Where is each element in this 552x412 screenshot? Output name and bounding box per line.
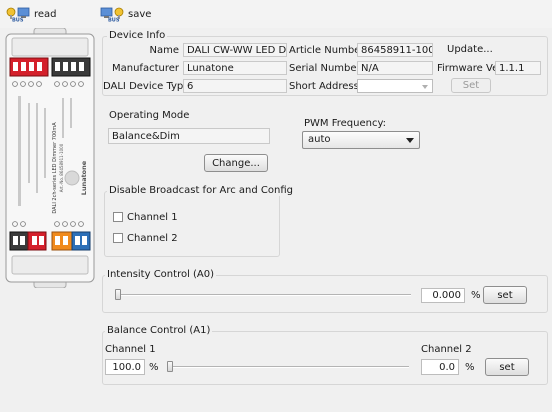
operating-mode-title: Operating Mode (109, 110, 190, 121)
short-address-label: Short Address (289, 81, 359, 92)
balance-channel2-unit: % (465, 362, 475, 373)
chevron-down-icon (422, 85, 428, 89)
name-field[interactable]: DALI CW-WW LED D... (183, 43, 287, 57)
intensity-slider-track[interactable] (117, 294, 411, 296)
device-info-title: Device Info (107, 30, 168, 41)
operating-mode-field[interactable]: Balance&Dim (108, 128, 270, 144)
channel2-checkbox-label: Channel 2 (127, 233, 178, 244)
set-address-button[interactable]: Set (451, 78, 491, 93)
firmware-field[interactable]: 1.1.1 (495, 61, 541, 75)
channel2-checkbox[interactable] (113, 233, 123, 243)
save-label: save (128, 8, 152, 20)
pwm-label: PWM Frequency: (304, 118, 387, 129)
disable-broadcast-group: Disable Broadcast for Arc and Config Cha… (104, 185, 295, 257)
intensity-control-title: Intensity Control (A0) (105, 269, 217, 280)
read-from-bus-icon: BUS (6, 6, 30, 24)
pwm-selected-value: auto (308, 134, 331, 145)
device-image: Lunatone DALI 2ch-series LED Dimmer 700m… (4, 27, 96, 289)
balance-channel1-label: Channel 1 (105, 344, 156, 355)
device-info-group: Device Info Name DALI CW-WW LED D... Man… (102, 30, 548, 96)
short-address-select[interactable] (357, 79, 433, 93)
disable-broadcast-title: Disable Broadcast for Arc and Config (107, 185, 295, 196)
change-mode-button[interactable]: Change... (204, 154, 268, 172)
manufacturer-field[interactable]: Lunatone (183, 61, 287, 75)
device-brand-text: Lunatone (80, 160, 88, 195)
intensity-unit: % (471, 290, 481, 301)
svg-text:BUS: BUS (108, 18, 120, 23)
intensity-value-input[interactable]: 0.000 (421, 288, 465, 303)
balance-channel1-unit: % (149, 362, 159, 373)
balance-slider-thumb[interactable] (167, 361, 173, 372)
manufacturer-label: Manufacturer (112, 63, 179, 74)
serial-number-field[interactable]: N/A (357, 61, 433, 75)
svg-text:DALI 2ch-series LED Dimmer 700: DALI 2ch-series LED Dimmer 700mA (52, 122, 58, 214)
balance-control-group: Balance Control (A1) Channel 1 100.0 % C… (102, 325, 548, 385)
balance-channel2-label: Channel 2 (421, 344, 472, 355)
read-button[interactable]: BUS read (6, 4, 57, 24)
pwm-frequency-select[interactable]: auto (302, 131, 420, 149)
name-label: Name (149, 45, 179, 56)
intensity-slider-thumb[interactable] (115, 289, 121, 300)
save-to-bus-icon: BUS (100, 6, 124, 24)
channel1-checkbox[interactable] (113, 212, 123, 222)
svg-text:BUS: BUS (12, 18, 24, 23)
device-type-label: DALI Device Type (103, 81, 190, 92)
balance-channel1-input[interactable]: 100.0 (105, 359, 145, 375)
intensity-control-group: Intensity Control (A0) 0.000 % set (102, 269, 548, 313)
article-number-label: Article Number (289, 45, 365, 56)
balance-channel2-input[interactable]: 0.0 (421, 359, 459, 375)
balance-set-button[interactable]: set (485, 358, 529, 376)
article-number-field[interactable]: 86458911-1000 (357, 43, 433, 57)
operating-mode-group: Operating Mode Balance&Dim Change... (108, 110, 276, 174)
serial-number-label: Serial Number (289, 63, 361, 74)
balance-control-title: Balance Control (A1) (105, 325, 213, 336)
firmware-label: Firmware Ver (437, 63, 503, 74)
save-button[interactable]: BUS save (100, 4, 151, 24)
balance-slider-track[interactable] (169, 366, 409, 368)
channel1-checkbox-label: Channel 1 (127, 212, 178, 223)
chevron-down-icon (406, 138, 414, 143)
toolbar: BUS read BUS save (0, 0, 552, 28)
read-label: read (34, 8, 57, 20)
intensity-set-button[interactable]: set (483, 286, 527, 304)
update-link[interactable]: Update... (447, 44, 493, 55)
device-type-field[interactable]: 6 (183, 79, 287, 93)
svg-text:Art.-No. 86458911-1000: Art.-No. 86458911-1000 (59, 143, 64, 192)
